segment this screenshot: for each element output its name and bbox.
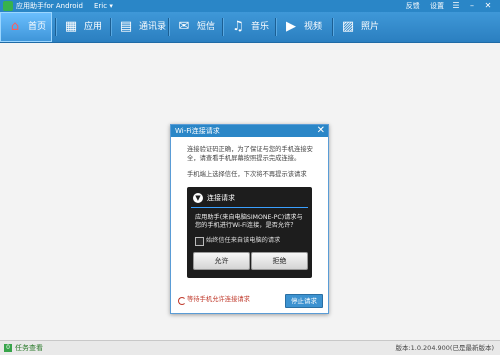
version-info: 版本:1.0.204.900(已是最新版本) [395, 344, 494, 352]
skin-icon[interactable]: ☰ [450, 1, 462, 11]
title-bar: 应用助手for Android Eric ▾ 反馈 设置 ☰ – ✕ [0, 0, 500, 12]
nav-photos[interactable]: ▨ 照片 [333, 12, 385, 42]
home-icon: ⌂ [10, 19, 20, 34]
sms-icon: ✉ [178, 19, 190, 34]
nav-music[interactable]: ♫ 音乐 [223, 12, 273, 42]
phone-header: ▼ 连接请求 [193, 193, 306, 203]
phone-allow-button: 允许 [193, 252, 250, 270]
nav-home[interactable]: ⌂ 首页 [0, 12, 52, 42]
phone-header-title: 连接请求 [207, 194, 235, 202]
app-logo-icon [3, 1, 13, 11]
user-menu[interactable]: Eric ▾ [94, 1, 113, 11]
task-count-badge: 0 [4, 344, 12, 352]
always-trust-label: 始终信任来自该电脑的请求 [206, 237, 281, 244]
wifi-connect-dialog: Wi-Fi连接请求 ✕ 连接验证码正确，为了保证与您的手机连接安全，请查看手机屏… [170, 124, 329, 314]
video-icon: ▶ [286, 19, 296, 34]
dialog-title: Wi-Fi连接请求 [175, 127, 220, 135]
phone-deny-button: 拒绝 [251, 252, 308, 270]
dialog-titlebar: Wi-Fi连接请求 ✕ [171, 125, 328, 137]
nav-label: 应用 [84, 22, 103, 32]
waiting-status: 等待手机允许连接请求 [187, 296, 250, 303]
feedback-link[interactable]: 反馈 [406, 2, 420, 10]
nav-contacts[interactable]: ▤ 通讯录 [111, 12, 166, 42]
status-bar: 0 任务查看 版本:1.0.204.900(已是最新版本) [0, 340, 500, 355]
chevron-down-icon: ▼ [193, 193, 203, 203]
dialog-trust-hint: 手机端上选择信任，下次将不再提示该请求 [187, 171, 307, 178]
stop-request-button[interactable]: 停止请求 [285, 294, 323, 308]
dialog-instruction: 连接验证码正确，为了保证与您的手机连接安全，请查看手机屏幕按照提示完成连接。 [187, 146, 313, 162]
nav-label: 首页 [28, 22, 47, 32]
photos-icon: ▨ [341, 19, 355, 34]
phone-preview: ▼ 连接请求 应用助手(来自电脑SIMONE-PC)请求与您的手机进行Wi-Fi… [187, 187, 312, 278]
task-view-link[interactable]: 任务查看 [15, 343, 43, 353]
nav-label: 视频 [304, 22, 323, 32]
title-links: 反馈 设置 [398, 1, 444, 11]
nav-apps[interactable]: ▦ 应用 [56, 12, 108, 42]
nav-label: 音乐 [251, 22, 270, 32]
app-title: 应用助手for Android [16, 2, 83, 10]
music-icon: ♫ [232, 19, 244, 34]
nav-sms[interactable]: ✉ 短信 [169, 12, 219, 42]
nav-bar: ⌂ 首页 ▦ 应用 ▤ 通讯录 ✉ 短信 ♫ 音乐 ▶ 视频 ▨ 照片 [0, 12, 500, 43]
minimize-button[interactable]: – [466, 1, 478, 11]
contacts-icon: ▤ [119, 19, 133, 34]
always-trust-checkbox [195, 237, 204, 246]
divider [191, 207, 308, 208]
apps-icon: ▦ [64, 19, 78, 34]
settings-link[interactable]: 设置 [430, 2, 444, 10]
close-button[interactable]: ✕ [482, 1, 494, 11]
nav-label: 短信 [197, 22, 216, 32]
phone-message: 应用助手(来自电脑SIMONE-PC)请求与您的手机进行Wi-Fi连接，是否允许… [195, 214, 303, 229]
nav-label: 照片 [361, 22, 380, 32]
nav-video[interactable]: ▶ 视频 [276, 12, 330, 42]
dialog-close-icon[interactable]: ✕ [317, 125, 325, 137]
main-panel: Wi-Fi连接请求 ✕ 连接验证码正确，为了保证与您的手机连接安全，请查看手机屏… [0, 43, 500, 340]
loading-spinner-icon [178, 297, 186, 305]
nav-label: 通讯录 [139, 22, 167, 32]
